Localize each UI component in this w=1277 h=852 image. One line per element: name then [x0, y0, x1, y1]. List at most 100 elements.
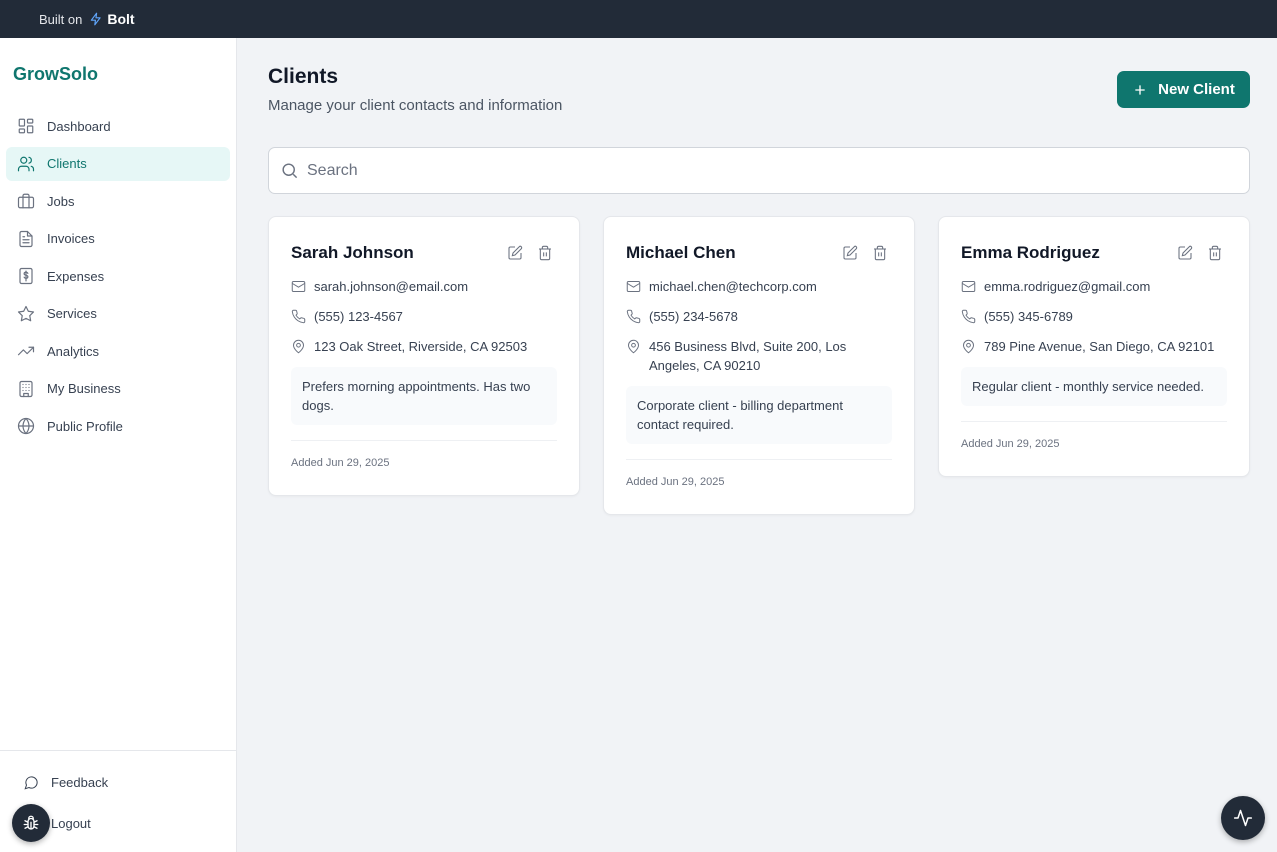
search-bar	[268, 147, 1250, 194]
sidebar-item-label: Clients	[47, 156, 87, 171]
client-added-date: Added Jun 29, 2025	[626, 476, 725, 488]
sidebar-item-dashboard[interactable]: Dashboard	[6, 109, 230, 143]
dollar-receipt-icon	[19, 267, 33, 285]
page-title: Clients	[268, 65, 339, 88]
new-client-button[interactable]: New Client	[1117, 71, 1250, 108]
client-address: 789 Pine Avenue, San Diego, CA 92101	[961, 337, 1227, 356]
trash-icon[interactable]	[1207, 245, 1223, 261]
mail-icon	[626, 281, 641, 292]
brand-logo[interactable]: GrowSolo	[13, 64, 98, 85]
sidebar-item-invoices[interactable]: Invoices	[6, 222, 230, 256]
built-on-bolt-banner[interactable]: Built on Bolt	[0, 0, 1277, 38]
client-phone-text: (555) 123-4567	[314, 309, 403, 324]
phone-icon	[626, 309, 641, 324]
client-note: Regular client - monthly service needed.	[961, 367, 1227, 406]
client-phone-text: (555) 345-6789	[984, 309, 1073, 324]
client-address-text: 123 Oak Street, Riverside, CA 92503	[314, 339, 528, 354]
page-subtitle: Manage your client contacts and informat…	[268, 97, 563, 114]
client-address: 123 Oak Street, Riverside, CA 92503	[291, 337, 557, 356]
client-phone[interactable]: (555) 234-5678	[626, 307, 892, 326]
client-phone[interactable]: (555) 123-4567	[291, 307, 557, 326]
activity-icon	[1233, 809, 1253, 827]
sidebar-item-label: Invoices	[47, 231, 95, 246]
sidebar-item-public-profile[interactable]: Public Profile	[6, 409, 230, 443]
bug-icon	[23, 815, 39, 830]
client-name: Michael Chen	[626, 243, 736, 262]
client-note: Corporate client - billing department co…	[626, 386, 892, 444]
sidebar-item-label: Analytics	[47, 343, 100, 359]
feedback-button[interactable]: Feedback	[0, 767, 236, 797]
map-pin-icon	[962, 339, 975, 354]
client-phone-text: (555) 234-5678	[649, 309, 738, 324]
client-added-date: Added Jun 29, 2025	[961, 438, 1060, 450]
search-input[interactable]	[307, 161, 1227, 180]
card-divider	[626, 459, 892, 460]
sidebar-item-label: Services	[47, 306, 97, 321]
client-card: Michael Chen michael.chen@techcorp.com (…	[603, 216, 915, 515]
sidebar: GrowSolo Dashboard Clients Jobs Invoices…	[0, 38, 237, 852]
sidebar-item-clients[interactable]: Clients	[6, 146, 230, 181]
client-email[interactable]: sarah.johnson@email.com	[291, 277, 557, 296]
sidebar-item-label: Expenses	[47, 268, 105, 284]
mail-icon	[961, 281, 976, 292]
mail-icon	[291, 281, 306, 292]
bolt-icon	[91, 12, 102, 26]
briefcase-icon	[17, 193, 35, 209]
edit-icon[interactable]	[1177, 245, 1193, 261]
map-pin-icon	[292, 339, 305, 354]
client-email[interactable]: emma.rodriguez@gmail.com	[961, 277, 1227, 296]
dashboard-icon	[18, 118, 34, 134]
sidebar-divider	[0, 750, 236, 751]
client-name: Sarah Johnson	[291, 243, 414, 262]
card-divider	[291, 440, 557, 441]
client-card: Emma Rodriguez emma.rodriguez@gmail.com …	[938, 216, 1250, 477]
sidebar-item-label: Public Profile	[47, 418, 123, 434]
map-pin-icon	[627, 339, 640, 354]
client-name: Emma Rodriguez	[961, 243, 1100, 262]
plus-icon	[1135, 84, 1145, 95]
sidebar-item-services[interactable]: Services	[6, 297, 230, 331]
client-card: Sarah Johnson sarah.johnson@email.com (5…	[268, 216, 580, 496]
file-text-icon	[19, 230, 33, 247]
sidebar-item-label: My Business	[47, 381, 121, 396]
bug-report-button[interactable]	[12, 804, 50, 842]
activity-button[interactable]	[1221, 796, 1265, 840]
client-phone[interactable]: (555) 345-6789	[961, 307, 1227, 326]
sidebar-nav: Dashboard Clients Jobs Invoices Expenses…	[6, 109, 230, 447]
edit-icon[interactable]	[842, 245, 858, 261]
client-email-text: sarah.johnson@email.com	[314, 279, 469, 294]
users-icon	[17, 156, 35, 171]
sidebar-item-label: Jobs	[47, 193, 75, 209]
client-note: Prefers morning appointments. Has two do…	[291, 367, 557, 425]
feedback-label: Feedback	[51, 774, 109, 790]
sidebar-item-my-business[interactable]: My Business	[6, 372, 230, 406]
globe-icon	[17, 417, 35, 435]
built-on-label: Built on	[39, 11, 83, 27]
search-icon	[282, 163, 298, 179]
message-circle-icon	[24, 775, 38, 790]
bolt-brand: Bolt	[107, 11, 135, 27]
sidebar-item-jobs[interactable]: Jobs	[6, 184, 230, 218]
trash-icon[interactable]	[537, 245, 553, 261]
client-added-date: Added Jun 29, 2025	[291, 457, 390, 469]
phone-icon	[291, 309, 306, 324]
client-address-text: 789 Pine Avenue, San Diego, CA 92101	[984, 339, 1215, 354]
phone-icon	[961, 309, 976, 324]
new-client-label: New Client	[1158, 81, 1235, 98]
trash-icon[interactable]	[872, 245, 888, 261]
main-content: Clients Manage your client contacts and …	[237, 38, 1277, 852]
client-address: 456 Business Blvd, Suite 200, Los Angele…	[626, 337, 892, 375]
client-address-text: 456 Business Blvd, Suite 200, Los Angele…	[649, 339, 847, 373]
edit-icon[interactable]	[507, 245, 523, 261]
card-divider	[961, 421, 1227, 422]
sidebar-item-analytics[interactable]: Analytics	[6, 334, 230, 368]
building-icon	[19, 380, 33, 397]
sidebar-item-label: Dashboard	[47, 118, 111, 134]
star-icon	[17, 305, 35, 321]
logout-label: Logout	[51, 815, 91, 831]
client-email-text: michael.chen@techcorp.com	[649, 279, 817, 294]
client-email[interactable]: michael.chen@techcorp.com	[626, 277, 892, 296]
client-email-text: emma.rodriguez@gmail.com	[984, 279, 1151, 294]
sidebar-item-expenses[interactable]: Expenses	[6, 259, 230, 293]
trending-up-icon	[17, 346, 35, 356]
